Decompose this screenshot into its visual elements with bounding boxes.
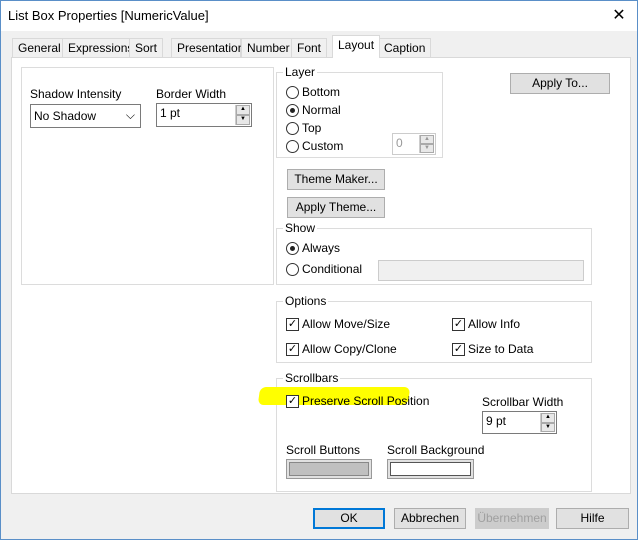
ok-button[interactable]: OK [313,508,385,529]
shadow-border-group: Shadow Intensity No Shadow ⌵ Border Widt… [21,67,274,285]
scroll-background-color[interactable] [387,459,474,479]
close-icon[interactable]: ✕ [607,5,631,25]
layer-label: Layer [283,65,318,79]
preserve-scroll-checkbox[interactable]: ✓ Preserve Scroll Position [286,394,429,408]
allow-info-checkbox[interactable]: ✓ Allow Info [452,317,520,331]
radio-bottom-label: Bottom [302,85,341,99]
scrollbar-width-label: Scrollbar Width [482,395,564,409]
scroll-background-label: Scroll Background [387,443,485,457]
tab-font[interactable]: Font [291,38,328,57]
tab-number[interactable]: Number [241,38,296,57]
layer-group: Layer Bottom Normal Top Custom 0 ▲ ▼ [276,65,443,158]
radio-normal[interactable]: Normal [286,103,341,117]
border-width-input[interactable]: 1 pt ▲ ▼ [156,103,252,127]
border-width-label: Border Width [156,87,227,101]
radio-conditional[interactable]: Conditional [286,262,362,276]
radio-always[interactable]: Always [286,241,340,255]
spin-down-icon[interactable]: ▼ [420,144,434,153]
spin-down-icon[interactable]: ▼ [236,115,250,125]
size-to-data-checkbox[interactable]: ✓ Size to Data [452,342,533,356]
spin-up-icon[interactable]: ▲ [236,105,250,115]
options-label: Options [283,294,329,308]
spin-up-icon[interactable]: ▲ [420,135,434,144]
allow-copy-clone-checkbox[interactable]: ✓ Allow Copy/Clone [286,342,397,356]
options-group: Options ✓ Allow Move/Size ✓ Allow Info ✓ Al… [276,294,592,363]
show-label: Show [283,221,318,235]
spin-down-icon[interactable]: ▼ [541,422,555,432]
radio-custom[interactable]: Custom [286,139,343,153]
tab-caption[interactable]: Caption [378,38,432,57]
spin-up-icon[interactable]: ▲ [541,413,555,423]
radio-normal-label: Normal [302,103,341,117]
tab-general[interactable]: General [12,38,67,57]
theme-maker-button[interactable]: Theme Maker... [287,169,385,190]
scrollbar-width-value: 9 pt [486,414,507,428]
radio-top-label: Top [302,121,322,135]
apply-to-button[interactable]: Apply To... [510,73,610,94]
chevron-down-icon: ⌵ [125,108,135,122]
scroll-buttons-label: Scroll Buttons [286,443,361,457]
radio-always-label: Always [302,241,341,255]
scroll-buttons-color[interactable] [286,459,372,479]
radio-conditional-label: Conditional [302,262,363,276]
scrollbars-label: Scrollbars [283,371,341,385]
radio-bottom[interactable]: Bottom [286,85,340,99]
preserve-scroll-label: Preserve Scroll Position [302,394,430,408]
scrollbars-group: Scrollbars ✓ Preserve Scroll Position Scr… [257,371,592,492]
window-title: List Box Properties [NumericValue] [8,8,209,23]
shadow-intensity-value: No Shadow [34,109,97,123]
allow-info-label: Allow Info [468,317,521,331]
apply-button[interactable]: Übernehmen [475,508,549,529]
scrollbar-width-input[interactable]: 9 pt ▲ ▼ [482,411,557,434]
allow-copy-clone-label: Allow Copy/Clone [302,342,397,356]
title-bar: List Box Properties [NumericValue] ✕ [1,1,637,31]
border-width-value: 1 pt [160,106,181,120]
allow-move-size-label: Allow Move/Size [302,317,391,331]
shadow-intensity-label: Shadow Intensity [30,87,122,101]
cancel-button[interactable]: Abbrechen [394,508,466,529]
allow-move-size-checkbox[interactable]: ✓ Allow Move/Size [286,317,390,331]
layout-panel: Shadow Intensity No Shadow ⌵ Border Widt… [11,57,631,494]
tab-presentation[interactable]: Presentation [171,38,244,57]
show-group: Show Always Conditional [276,221,592,285]
apply-theme-button[interactable]: Apply Theme... [287,197,385,218]
help-button[interactable]: Hilfe [556,508,629,529]
radio-custom-label: Custom [302,139,344,153]
custom-layer-input[interactable]: 0 ▲ ▼ [392,133,436,155]
tab-expressions[interactable]: Expressions [62,38,140,57]
radio-top[interactable]: Top [286,121,321,135]
condition-input[interactable] [378,260,584,281]
shadow-intensity-select[interactable]: No Shadow ⌵ [30,104,141,128]
border-width-spinner[interactable]: ▲ ▼ [235,105,250,125]
size-to-data-label: Size to Data [468,342,534,356]
tab-layout[interactable]: Layout [332,35,381,58]
tab-sort[interactable]: Sort [129,38,164,57]
custom-layer-value: 0 [396,136,403,150]
